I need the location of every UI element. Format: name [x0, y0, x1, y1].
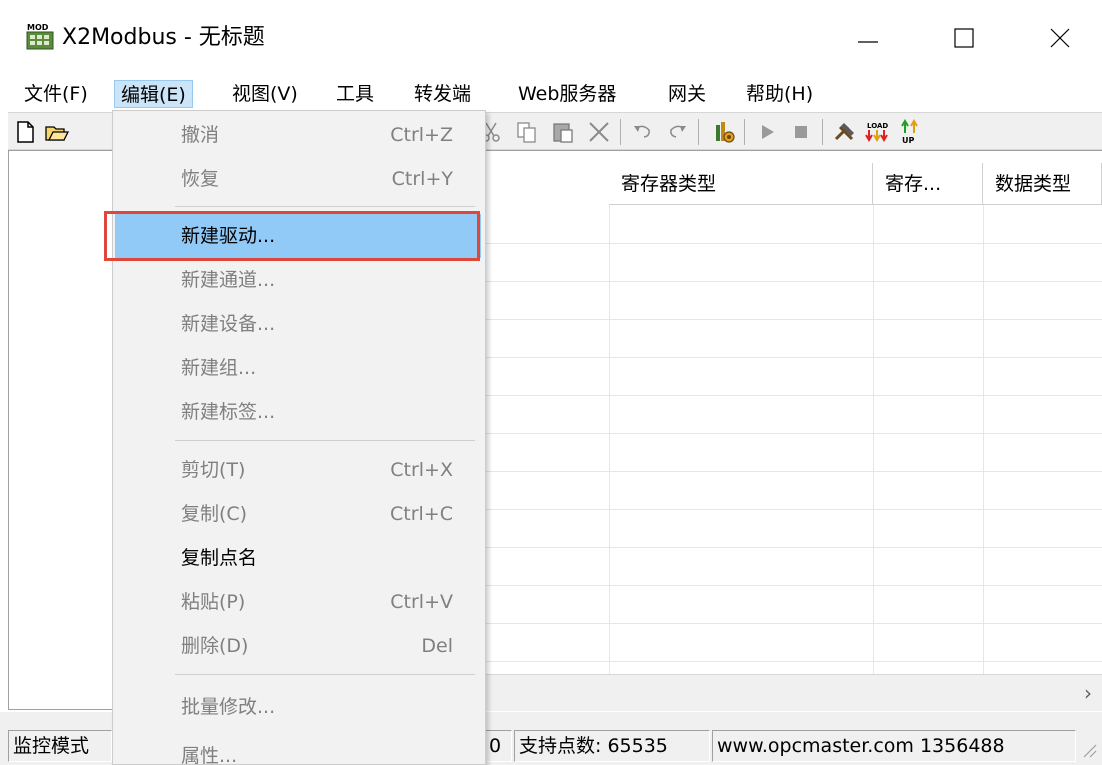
menu-item-delete[interactable]: 删除(D) Del	[115, 624, 481, 668]
menu-item-shortcut: Ctrl+Y	[391, 168, 453, 190]
stop-icon[interactable]	[788, 119, 814, 145]
menu-item-cut[interactable]: 剪切(T) Ctrl+X	[115, 448, 481, 492]
menu-separator	[175, 674, 475, 675]
menu-file[interactable]: 文件(F)	[18, 80, 94, 108]
open-folder-icon[interactable]	[44, 119, 70, 145]
toolbar-separator	[822, 119, 823, 145]
menu-item-label: 撤消	[181, 124, 220, 146]
svg-text:LOAD: LOAD	[867, 122, 888, 130]
menu-item-new-channel[interactable]: 新建通道...	[115, 258, 481, 302]
toolbar-separator	[744, 119, 745, 145]
menu-tools[interactable]: 工具	[330, 80, 380, 108]
close-button[interactable]	[1040, 18, 1080, 58]
undo-icon[interactable]	[630, 119, 656, 145]
menu-item-copy-point-name[interactable]: 复制点名	[115, 536, 481, 580]
menu-view[interactable]: 视图(V)	[226, 80, 304, 108]
up-icon[interactable]: UP	[898, 119, 924, 145]
minimize-button[interactable]	[848, 18, 888, 58]
window-title: X2Modbus - 无标题	[62, 25, 265, 50]
status-point-count: 0	[484, 730, 512, 762]
run-icon[interactable]	[754, 119, 780, 145]
menu-web-server[interactable]: Web服务器	[512, 80, 622, 108]
maximize-icon	[954, 28, 974, 48]
menu-item-label: 新建通道...	[181, 269, 276, 291]
toolbar-separator	[698, 119, 699, 145]
menu-item-label: 粘贴(P)	[181, 591, 246, 613]
grid-line	[609, 205, 610, 685]
title-bar: MOD X2Modbus - 无标题	[0, 0, 1102, 80]
menu-item-redo[interactable]: 恢复 Ctrl+Y	[115, 157, 481, 201]
menu-item-shortcut: Ctrl+X	[390, 459, 453, 481]
menu-item-shortcut: Ctrl+V	[390, 591, 453, 613]
status-mode: 监控模式	[8, 730, 112, 762]
menu-gateway[interactable]: 网关	[662, 80, 712, 108]
menu-item-label: 删除(D)	[181, 635, 249, 657]
toolbar-separator	[620, 119, 621, 145]
menu-item-label: 剪切(T)	[181, 459, 246, 481]
load-icon[interactable]: LOAD	[864, 119, 890, 145]
menu-item-label: 属性...	[181, 745, 238, 765]
menu-item-shortcut: Del	[421, 635, 453, 657]
menu-item-copy[interactable]: 复制(C) Ctrl+C	[115, 492, 481, 536]
resize-grip-icon[interactable]	[1078, 739, 1098, 759]
menu-separator	[175, 206, 475, 207]
redo-icon[interactable]	[664, 119, 690, 145]
close-icon	[1050, 28, 1070, 48]
menu-item-undo[interactable]: 撤消 Ctrl+Z	[115, 113, 481, 157]
highlight-annotation-box	[104, 211, 480, 261]
menu-item-batch-edit[interactable]: 批量修改...	[115, 685, 481, 729]
menu-item-label: 新建标签...	[181, 401, 276, 423]
status-capacity: 支持点数: 65535	[514, 730, 710, 762]
svg-text:MOD: MOD	[27, 23, 49, 32]
menu-item-label: 新建组...	[181, 357, 257, 379]
menu-separator	[175, 440, 475, 441]
menu-item-label: 恢复	[181, 168, 220, 190]
grid-line	[873, 205, 874, 685]
new-file-icon[interactable]	[12, 119, 38, 145]
menu-item-label: 新建设备...	[181, 313, 276, 335]
delete-icon[interactable]	[586, 119, 612, 145]
copy-icon[interactable]	[514, 119, 540, 145]
paste-icon[interactable]	[550, 119, 576, 145]
menu-item-label: 复制(C)	[181, 503, 248, 525]
menu-item-new-tag[interactable]: 新建标签...	[115, 390, 481, 434]
menu-forwarder[interactable]: 转发端	[408, 80, 477, 108]
grid-line	[983, 205, 984, 685]
column-header-register-address[interactable]: 寄存...	[873, 163, 983, 205]
menu-item-paste[interactable]: 粘贴(P) Ctrl+V	[115, 580, 481, 624]
menu-item-new-group[interactable]: 新建组...	[115, 346, 481, 390]
svg-text:UP: UP	[902, 136, 914, 145]
menu-item-properties[interactable]: 属性...	[115, 734, 481, 765]
status-website: www.opcmaster.com 1356488	[712, 730, 1076, 762]
menu-item-label: 复制点名	[181, 547, 258, 569]
menu-item-shortcut: Ctrl+Z	[390, 124, 453, 146]
maximize-button[interactable]	[944, 18, 984, 58]
minimize-icon	[858, 41, 878, 43]
driver-icon[interactable]	[710, 119, 736, 145]
column-header-data-type[interactable]: 数据类型	[983, 163, 1102, 205]
edit-menu-dropdown: 撤消 Ctrl+Z 恢复 Ctrl+Y 新建驱动... 新建通道... 新建设备…	[112, 110, 486, 765]
menu-item-new-device[interactable]: 新建设备...	[115, 302, 481, 346]
scroll-right-icon[interactable]: ›	[1084, 681, 1092, 705]
menu-bar: 文件(F) 编辑(E) 视图(V) 工具 转发端 Web服务器 网关 帮助(H)	[0, 80, 1102, 110]
tools-icon[interactable]	[832, 119, 858, 145]
menu-edit[interactable]: 编辑(E)	[114, 80, 193, 108]
mod-app-icon: MOD	[26, 23, 54, 50]
menu-item-shortcut: Ctrl+C	[390, 503, 453, 525]
menu-help[interactable]: 帮助(H)	[740, 80, 819, 108]
menu-item-label: 批量修改...	[181, 696, 276, 718]
column-header-register-type[interactable]: 寄存器类型	[609, 163, 873, 205]
